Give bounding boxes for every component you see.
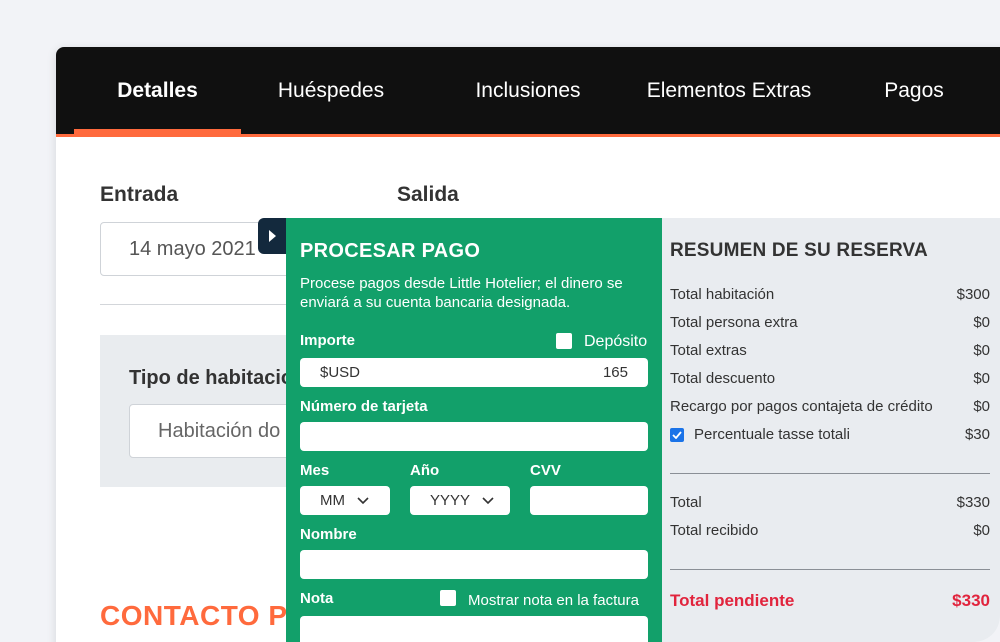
tax-checkbox[interactable] (670, 428, 684, 443)
amount-label: Importe (300, 332, 356, 349)
total-value: $330 (956, 494, 990, 511)
total-label: Total (670, 494, 702, 511)
room-type-label: Tipo de habitacio (129, 367, 294, 389)
reservation-summary: RESUMEN DE SU RESERVA Total habitación $… (662, 218, 1000, 642)
summary-row: Total persona extra $0 (670, 314, 990, 331)
summary-row-value: $0 (973, 342, 990, 359)
cvv-input[interactable] (530, 486, 648, 515)
show-note-checkbox[interactable] (440, 590, 456, 606)
tab-inclusiones[interactable]: Inclusiones (438, 47, 618, 134)
room-type-value: Habitación do (158, 419, 281, 442)
summary-row-label: Total descuento (670, 370, 776, 387)
payment-panel: PROCESAR PAGO Procese pagos desde Little… (286, 218, 662, 642)
caret-right-icon (269, 230, 276, 242)
tab-bar: Detalles Huéspedes Inclusiones Elementos… (56, 47, 1000, 137)
summary-row-value: $30 (964, 426, 990, 443)
summary-row: Percentuale tasse totali $30 (670, 426, 990, 443)
summary-title: RESUMEN DE SU RESERVA (670, 240, 928, 261)
payment-title: PROCESAR PAGO (300, 240, 481, 262)
card-number-label: Número de tarjeta (300, 398, 428, 415)
summary-row-label: Total habitación (670, 286, 775, 303)
cvv-label: CVV (530, 462, 561, 479)
name-input[interactable] (300, 550, 648, 579)
pending-total-row: Total pendiente $330 (670, 591, 990, 611)
summary-row-value: $0 (973, 370, 990, 387)
year-label: Año (410, 462, 440, 479)
pending-value: $330 (952, 591, 990, 610)
tab-elementos-extras[interactable]: Elementos Extras (626, 47, 832, 134)
year-value: YYYY (430, 492, 471, 509)
note-input[interactable] (300, 616, 648, 642)
tab-label: Inclusiones (475, 78, 581, 102)
month-label: Mes (300, 462, 330, 479)
tab-detalles[interactable]: Detalles (74, 47, 241, 137)
summary-row-label: Total extras (670, 342, 747, 359)
screenshot-frame: Detalles Huéspedes Inclusiones Elementos… (0, 0, 1000, 642)
summary-row: Recargo por pagos contajeta de crédito $… (670, 398, 990, 415)
summary-row-label: Recargo por pagos contajeta de crédito (670, 398, 933, 415)
tab-label: Pagos (884, 78, 944, 102)
amount-value: 165 (602, 364, 628, 381)
name-label: Nombre (300, 526, 357, 543)
summary-row: Total descuento $0 (670, 370, 990, 387)
contact-heading: CONTACTO PI (100, 600, 296, 631)
checkin-label: Entrada (100, 183, 179, 206)
month-value: MM (320, 492, 345, 509)
summary-row-label: Percentuale tasse totali (694, 426, 850, 443)
summary-divider (670, 569, 990, 570)
year-select[interactable]: YYYY (410, 486, 510, 515)
payment-description: Procese pagos desde Little Hotelier; el … (300, 275, 623, 311)
summary-row: Total extras $0 (670, 342, 990, 359)
received-label: Total recibido (670, 522, 759, 539)
chevron-down-icon (357, 496, 369, 504)
pending-label: Total pendiente (670, 591, 795, 610)
tab-label: Detalles (117, 78, 198, 102)
amount-input[interactable]: $USD 165 (300, 358, 648, 387)
checkmark-icon (672, 431, 682, 440)
card-number-input[interactable] (300, 422, 648, 451)
summary-row-value: $300 (956, 286, 990, 303)
summary-divider (670, 473, 990, 474)
summary-row-value: $0 (973, 398, 990, 415)
deposit-checkbox[interactable] (556, 333, 572, 349)
summary-row-label: Total persona extra (670, 314, 798, 331)
checkin-date-value: 14 mayo 2021 (129, 237, 256, 260)
note-label: Nota (300, 590, 334, 607)
summary-row-value: $0 (973, 314, 990, 331)
tab-label: Huéspedes (277, 78, 385, 102)
collapse-handle[interactable] (258, 218, 286, 254)
summary-row: Total habitación $300 (670, 286, 990, 303)
summary-received-row: Total recibido $0 (670, 522, 990, 539)
summary-total-row: Total $330 (670, 494, 990, 511)
chevron-down-icon (482, 496, 494, 504)
show-note-label: Mostrar nota en la factura (468, 592, 639, 609)
month-select[interactable]: MM (300, 486, 390, 515)
deposit-label: Depósito (584, 333, 648, 350)
tab-label: Elementos Extras (646, 78, 812, 102)
tab-pagos[interactable]: Pagos (864, 47, 964, 134)
checkout-label: Salida (397, 183, 459, 206)
currency-code: $USD (320, 364, 361, 381)
tab-huespedes[interactable]: Huéspedes (241, 47, 421, 134)
received-value: $0 (973, 522, 990, 539)
